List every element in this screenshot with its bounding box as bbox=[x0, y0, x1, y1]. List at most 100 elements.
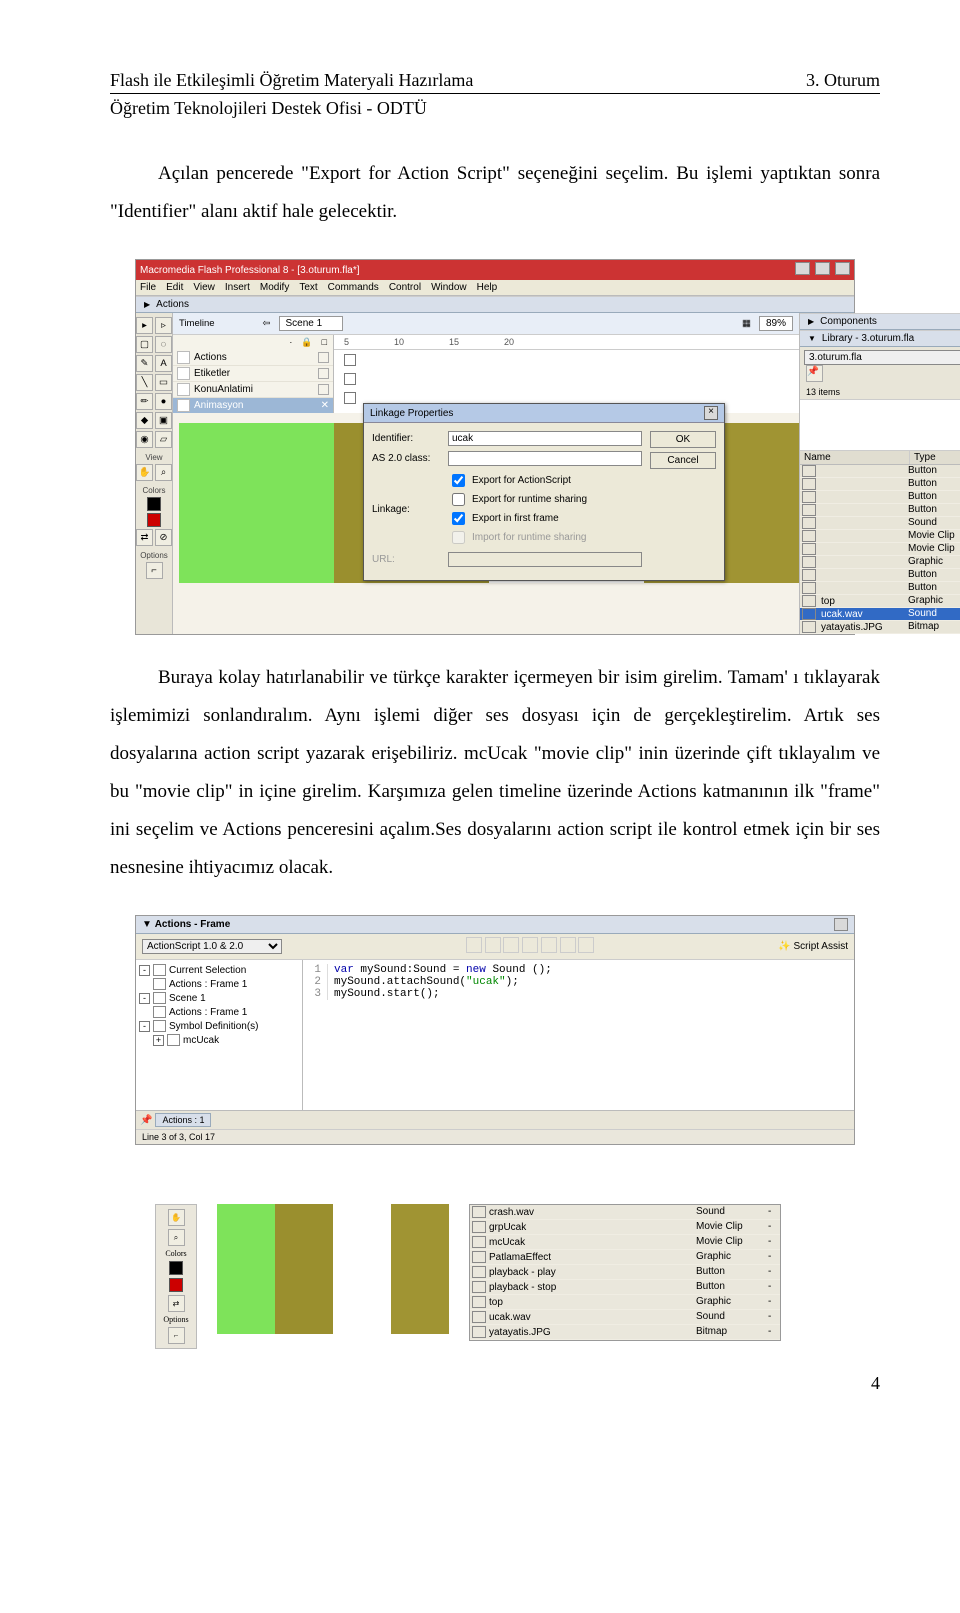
collapse-icon[interactable]: ▼ bbox=[142, 919, 152, 930]
target-path-icon[interactable] bbox=[503, 937, 519, 953]
eraser-icon[interactable]: ▱ bbox=[155, 431, 172, 448]
layer-actions[interactable]: Actions bbox=[194, 352, 227, 363]
col-name[interactable]: Name bbox=[800, 451, 909, 464]
layer-konu[interactable]: KonuAnlatimi bbox=[194, 384, 253, 395]
maximize-icon[interactable] bbox=[815, 262, 830, 275]
rectangle-tool-icon[interactable]: ▭ bbox=[155, 374, 172, 391]
library-row[interactable]: Movie Clip- bbox=[800, 543, 960, 556]
library-row[interactable]: Button- bbox=[800, 582, 960, 595]
pin-icon[interactable]: 📌 bbox=[806, 365, 823, 382]
export-actionscript-checkbox[interactable] bbox=[452, 474, 465, 487]
window-controls[interactable] bbox=[793, 262, 850, 278]
library-row[interactable]: topGraphic- bbox=[470, 1295, 780, 1310]
library-row[interactable]: playback - playButton- bbox=[470, 1265, 780, 1280]
check-syntax-icon[interactable] bbox=[522, 937, 538, 953]
scene-back-icon[interactable]: ⇦ bbox=[263, 318, 271, 329]
menu-bar[interactable]: File Edit View Insert Modify Text Comman… bbox=[136, 280, 854, 296]
frames-area[interactable]: 5 10 15 20 bbox=[334, 335, 799, 413]
layer-icon[interactable] bbox=[177, 383, 190, 396]
lasso-tool-icon[interactable]: ◌ bbox=[155, 336, 172, 353]
selection-tool-icon[interactable]: ▸ bbox=[136, 317, 153, 334]
fill-color-swatch[interactable] bbox=[147, 513, 161, 527]
option-snap-icon[interactable]: ⌐ bbox=[146, 562, 163, 579]
outline-icon[interactable]: □ bbox=[322, 337, 327, 348]
auto-format-icon[interactable] bbox=[541, 937, 557, 953]
stroke-swatch[interactable] bbox=[169, 1261, 183, 1275]
tree-frame1b[interactable]: Actions : Frame 1 bbox=[169, 1007, 247, 1018]
library-row[interactable]: PatlamaEffectGraphic- bbox=[470, 1250, 780, 1265]
code-editor[interactable]: 1var mySound:Sound = new Sound (); 2mySo… bbox=[303, 960, 854, 1110]
brush-tool-icon[interactable]: ● bbox=[155, 393, 172, 410]
no-color-icon[interactable]: ⊘ bbox=[155, 529, 172, 546]
as2-input[interactable] bbox=[448, 451, 642, 466]
pin-script-icon[interactable]: 📌 bbox=[140, 1115, 152, 1126]
identifier-input[interactable] bbox=[448, 431, 642, 446]
export-runtime-checkbox[interactable] bbox=[452, 493, 465, 506]
layer-animasyon[interactable]: Animasyon bbox=[194, 400, 243, 411]
library-row[interactable]: ucak.wavSound- bbox=[470, 1310, 780, 1325]
library-row[interactable]: Graphic- bbox=[800, 556, 960, 569]
debug-icon[interactable] bbox=[578, 937, 594, 953]
layer-icon[interactable] bbox=[177, 367, 190, 380]
tree-frame1a[interactable]: Actions : Frame 1 bbox=[169, 979, 247, 990]
add-script-icon[interactable] bbox=[466, 937, 482, 953]
show-hint-icon[interactable] bbox=[560, 937, 576, 953]
menu-control[interactable]: Control bbox=[389, 282, 421, 293]
minimize-icon[interactable] bbox=[795, 262, 810, 275]
ink-bottle-icon[interactable]: ◆ bbox=[136, 412, 153, 429]
lock-column-icon[interactable]: 🔒 bbox=[301, 337, 312, 348]
library-file-select[interactable]: 3.oturum.fla bbox=[804, 350, 960, 365]
hand-tool-icon[interactable]: ✋ bbox=[136, 464, 153, 481]
layer-icon[interactable] bbox=[177, 399, 190, 412]
timeline-label[interactable]: Timeline bbox=[179, 318, 215, 329]
zoom-tool-icon[interactable]: ⌕ bbox=[155, 464, 172, 481]
eyedropper-icon[interactable]: ◉ bbox=[136, 431, 153, 448]
swap-colors-icon[interactable]: ⇄ bbox=[136, 529, 153, 546]
pen-tool-icon[interactable]: ✎ bbox=[136, 355, 153, 372]
menu-insert[interactable]: Insert bbox=[225, 282, 250, 293]
tree-symbol-defs[interactable]: Symbol Definition(s) bbox=[169, 1021, 258, 1032]
expand-icon[interactable]: ▶ bbox=[808, 317, 814, 326]
panel-close-icon[interactable] bbox=[834, 918, 848, 931]
pencil-tool-icon[interactable]: ✏ bbox=[136, 393, 153, 410]
menu-modify[interactable]: Modify bbox=[260, 282, 289, 293]
menu-help[interactable]: Help bbox=[477, 282, 498, 293]
library-row[interactable]: grpUcakMovie Clip- bbox=[470, 1220, 780, 1235]
scene-label[interactable]: Scene 1 bbox=[279, 316, 344, 331]
zoom-tool-icon[interactable]: ⌕ bbox=[168, 1229, 185, 1246]
visibility-icon[interactable]: · bbox=[289, 337, 292, 348]
library-row[interactable]: Movie Clip- bbox=[800, 530, 960, 543]
col-type[interactable]: Type bbox=[909, 451, 960, 464]
ok-button[interactable]: OK bbox=[650, 431, 716, 448]
library-row[interactable]: Button- bbox=[800, 569, 960, 582]
components-panel-title[interactable]: Components bbox=[820, 316, 877, 327]
find-icon[interactable] bbox=[485, 937, 501, 953]
expand-icon[interactable]: ▶ bbox=[144, 300, 150, 309]
free-transform-icon[interactable]: ▢ bbox=[136, 336, 153, 353]
subselection-tool-icon[interactable]: ▹ bbox=[155, 317, 172, 334]
script-version-select[interactable]: ActionScript 1.0 & 2.0 bbox=[142, 939, 282, 954]
library-row[interactable]: Button- bbox=[800, 504, 960, 517]
collapse-icon[interactable]: ▼ bbox=[808, 334, 816, 343]
cancel-button[interactable]: Cancel bbox=[650, 452, 716, 469]
menu-edit[interactable]: Edit bbox=[166, 282, 183, 293]
library-row[interactable]: topGraphic- bbox=[800, 595, 960, 608]
text-tool-icon[interactable]: A bbox=[155, 355, 172, 372]
script-assist-button[interactable]: Script Assist bbox=[794, 941, 848, 952]
dialog-close-icon[interactable]: × bbox=[704, 406, 718, 420]
export-first-frame-checkbox[interactable] bbox=[452, 512, 465, 525]
line-tool-icon[interactable]: ╲ bbox=[136, 374, 153, 391]
library-panel-title[interactable]: Library - 3.oturum.fla bbox=[822, 333, 914, 344]
layer-icon[interactable] bbox=[177, 351, 190, 364]
actions-panel-title[interactable]: Actions bbox=[156, 299, 189, 310]
menu-view[interactable]: View bbox=[193, 282, 215, 293]
actions-tab[interactable]: Actions : 1 bbox=[155, 1113, 211, 1127]
fill-swatch[interactable] bbox=[169, 1278, 183, 1292]
library-row[interactable]: ucak.wavSound- bbox=[800, 608, 960, 621]
menu-window[interactable]: Window bbox=[431, 282, 467, 293]
library-row[interactable]: mcUcakMovie Clip- bbox=[470, 1235, 780, 1250]
edit-scene-icon[interactable]: ▦ bbox=[742, 318, 751, 329]
swap-colors-icon[interactable]: ⇄ bbox=[168, 1295, 185, 1312]
layer-etiketler[interactable]: Etiketler bbox=[194, 368, 230, 379]
script-tree[interactable]: -Current Selection Actions : Frame 1 -Sc… bbox=[136, 960, 303, 1110]
